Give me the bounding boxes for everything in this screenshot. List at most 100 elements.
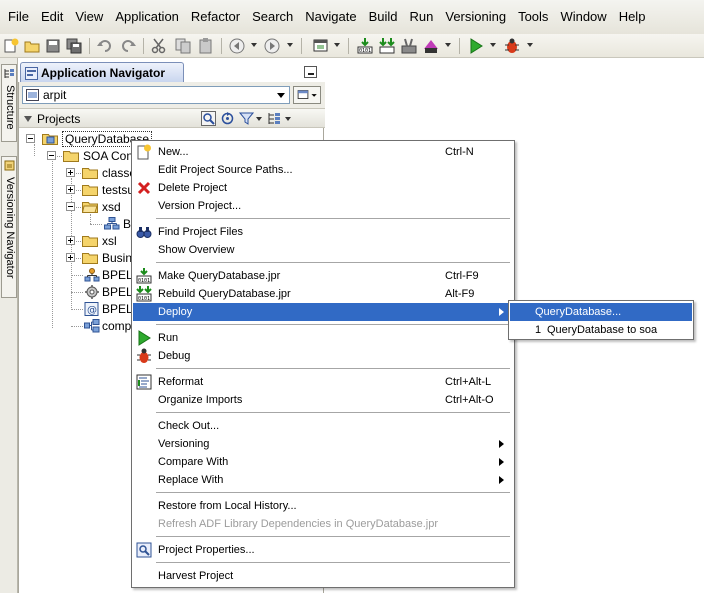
sync-icon[interactable] xyxy=(220,111,235,126)
rebuild-icon[interactable] xyxy=(378,37,396,55)
menu-application[interactable]: Application xyxy=(109,0,185,34)
tab-structure[interactable]: Structure xyxy=(1,64,17,142)
menu-item-project-properties[interactable]: Project Properties... xyxy=(133,541,513,559)
svg-text:0101: 0101 xyxy=(138,278,150,284)
expand-icon[interactable] xyxy=(66,168,75,177)
menu-refactor[interactable]: Refactor xyxy=(185,0,246,34)
menu-run[interactable]: Run xyxy=(404,0,440,34)
menu-item-label: Version Project... xyxy=(158,200,242,212)
menu-item-compare-with[interactable]: Compare With xyxy=(133,453,513,471)
menu-item-delete-project[interactable]: Delete Project xyxy=(133,179,513,197)
make-icon[interactable]: 0101 xyxy=(356,37,374,55)
menu-item-new[interactable]: New... Ctrl-N xyxy=(133,143,513,161)
menu-item-versioning[interactable]: Versioning xyxy=(133,435,513,453)
structure-icon xyxy=(4,68,15,79)
svg-text:0101: 0101 xyxy=(359,48,371,54)
submenu-arrow-icon xyxy=(499,440,504,448)
menu-item-run[interactable]: Run xyxy=(133,329,513,347)
sql-icon[interactable] xyxy=(312,37,330,55)
expand-icon[interactable] xyxy=(66,253,75,262)
menu-item-make[interactable]: 0101 Make QueryDatabase.jpr Ctrl-F9 xyxy=(133,267,513,285)
undo-icon[interactable] xyxy=(96,37,114,55)
paste-icon[interactable] xyxy=(197,37,215,55)
submenu-arrow-icon xyxy=(499,458,504,466)
svg-text:0101: 0101 xyxy=(138,296,150,302)
collapse-icon[interactable] xyxy=(26,134,35,143)
menu-help[interactable]: Help xyxy=(613,0,652,34)
menu-navigate[interactable]: Navigate xyxy=(299,0,362,34)
menu-build[interactable]: Build xyxy=(363,0,404,34)
debug-icon[interactable] xyxy=(503,37,521,55)
menu-tools[interactable]: Tools xyxy=(512,0,554,34)
menu-item-check-out[interactable]: Check Out... xyxy=(133,417,513,435)
menu-view[interactable]: View xyxy=(69,0,109,34)
collapse-icon[interactable] xyxy=(47,151,56,160)
menu-edit[interactable]: Edit xyxy=(35,0,69,34)
expand-icon[interactable] xyxy=(66,185,75,194)
menu-item-find-project-files[interactable]: Find Project Files xyxy=(133,223,513,241)
menu-item-shortcut: Ctrl+Alt-O xyxy=(445,394,494,406)
debug-icon xyxy=(136,348,152,364)
menu-item-label: Delete Project xyxy=(158,182,228,194)
menu-window[interactable]: Window xyxy=(554,0,612,34)
menu-item-reformat[interactable]: Reformat Ctrl+Alt-L xyxy=(133,373,513,391)
application-selector[interactable]: arpit xyxy=(22,86,290,104)
menu-file[interactable]: File xyxy=(2,0,35,34)
application-icon xyxy=(26,89,39,101)
save-all-icon[interactable] xyxy=(65,37,83,55)
application-selector-row: arpit xyxy=(19,82,325,108)
menu-item-debug[interactable]: Debug xyxy=(133,347,513,365)
menu-item-version-project[interactable]: Version Project... xyxy=(133,197,513,215)
menu-item-edit-source-paths[interactable]: Edit Project Source Paths... xyxy=(133,161,513,179)
menu-item-label: Deploy xyxy=(158,306,193,318)
menu-item-harvest-project[interactable]: Harvest Project xyxy=(133,567,513,585)
expand-icon[interactable] xyxy=(66,236,75,245)
menu-versioning[interactable]: Versioning xyxy=(439,0,512,34)
run-icon[interactable] xyxy=(467,37,485,55)
menu-item-replace-with[interactable]: Replace With xyxy=(133,471,513,489)
menu-item-label: Reformat xyxy=(158,376,204,388)
copy-icon[interactable] xyxy=(174,37,192,55)
tree-options-icon[interactable] xyxy=(267,111,282,126)
menu-item-shortcut: Ctrl-F9 xyxy=(445,270,479,282)
menu-item-label: Organize Imports xyxy=(158,394,243,406)
minimize-button[interactable] xyxy=(304,66,317,78)
tree-item-label: xsl xyxy=(102,234,117,248)
menu-item-show-overview[interactable]: Show Overview xyxy=(133,241,513,259)
folder-icon xyxy=(82,184,98,196)
filter-icon[interactable] xyxy=(238,111,255,126)
back-icon[interactable] xyxy=(228,37,246,55)
submenu-item-querydatabase[interactable]: QueryDatabase... xyxy=(510,303,692,321)
clean-icon[interactable] xyxy=(400,37,418,55)
submenu-item-number: 1 xyxy=(535,324,542,336)
cut-icon[interactable] xyxy=(150,37,168,55)
submenu-item-label: QueryDatabase to soa xyxy=(547,324,658,336)
menu-item-shortcut: Ctrl+Alt-L xyxy=(445,376,492,388)
tab-versioning-navigator[interactable]: Versioning Navigator xyxy=(1,156,17,298)
new-icon[interactable] xyxy=(2,37,20,55)
bpel-process-icon xyxy=(84,268,100,282)
menu-search[interactable]: Search xyxy=(246,0,299,34)
redo-icon[interactable] xyxy=(119,37,137,55)
menu-item-organize-imports[interactable]: Organize Imports Ctrl+Alt-O xyxy=(133,391,513,409)
project-folder-icon xyxy=(42,133,58,145)
projects-header[interactable]: Projects xyxy=(19,108,325,128)
submenu-item-querydatabase-to-soa[interactable]: 1 QueryDatabase to soa xyxy=(510,321,692,339)
schema-icon xyxy=(104,217,120,230)
collapse-icon[interactable] xyxy=(66,202,75,211)
deploy-icon[interactable] xyxy=(422,37,440,55)
forward-icon[interactable] xyxy=(263,37,281,55)
menu-item-label: Check Out... xyxy=(158,420,220,432)
menu-item-rebuild[interactable]: 0101 Rebuild QueryDatabase.jpr Alt-F9 xyxy=(133,285,513,303)
project-search-icon[interactable] xyxy=(201,111,216,126)
collapse-triangle-icon[interactable] xyxy=(24,116,32,122)
chevron-down-icon xyxy=(277,93,285,98)
menu-item-label: Project Properties... xyxy=(158,544,255,556)
versioning-icon xyxy=(4,160,15,171)
tab-application-navigator[interactable]: Application Navigator xyxy=(20,62,184,82)
menu-item-deploy[interactable]: Deploy xyxy=(133,303,513,321)
save-icon[interactable] xyxy=(44,37,62,55)
menu-item-restore-local-history[interactable]: Restore from Local History... xyxy=(133,497,513,515)
open-icon[interactable] xyxy=(23,37,41,55)
application-menu-button[interactable] xyxy=(293,86,321,104)
